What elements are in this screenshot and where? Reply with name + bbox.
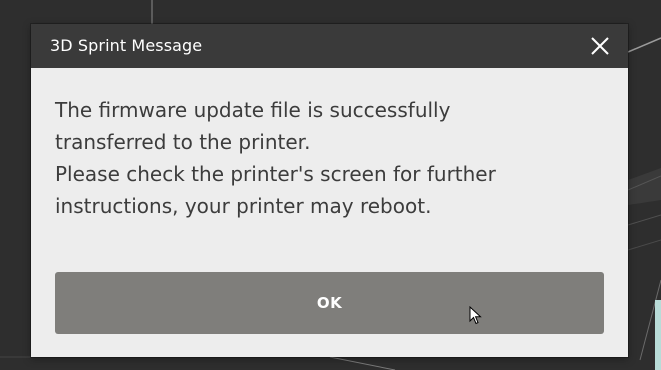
message-line: instructions, your printer may reboot. — [55, 194, 432, 218]
message-dialog: 3D Sprint Message The firmware update fi… — [31, 24, 628, 357]
dialog-title: 3D Sprint Message — [50, 36, 203, 55]
ok-button-label: OK — [316, 294, 343, 312]
mouse-cursor-icon — [469, 306, 482, 325]
message-line: transferred to the printer. — [55, 130, 311, 154]
close-button[interactable] — [587, 33, 613, 59]
ok-button[interactable]: OK — [55, 272, 604, 334]
message-line: Please check the printer's screen for fu… — [55, 162, 496, 186]
dialog-message: The firmware update file is successfully… — [55, 94, 605, 222]
close-icon — [591, 37, 609, 55]
dialog-titlebar: 3D Sprint Message — [31, 24, 628, 68]
message-line: The firmware update file is successfully — [55, 98, 451, 122]
